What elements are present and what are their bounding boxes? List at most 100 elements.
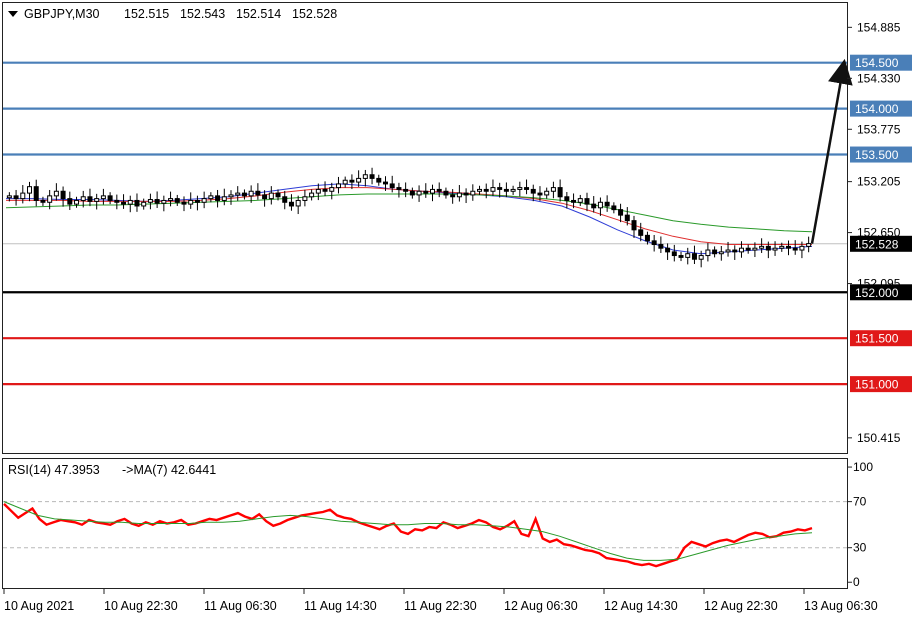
main-panel-frame bbox=[2, 2, 848, 454]
candle-body bbox=[356, 177, 362, 183]
ohlc-high: 152.543 bbox=[180, 7, 225, 21]
chart-root: 154.885 154.330 153.775 153.205 152.650 152.0… bbox=[0, 0, 923, 621]
y-tick-label: 154.885 bbox=[857, 20, 901, 34]
ohlc-close: 152.528 bbox=[292, 7, 337, 21]
candle-body bbox=[154, 199, 160, 204]
candle-body bbox=[671, 251, 677, 257]
candle-body bbox=[349, 179, 355, 183]
candle-body bbox=[638, 229, 644, 236]
candle-body bbox=[524, 187, 530, 190]
candle-body bbox=[564, 196, 570, 201]
candle-body bbox=[114, 199, 120, 203]
candle-body bbox=[510, 188, 516, 192]
candle-body bbox=[644, 234, 650, 242]
candle-body bbox=[544, 190, 550, 196]
candle-body bbox=[738, 247, 744, 253]
candle-body bbox=[759, 245, 765, 249]
candle-body bbox=[288, 201, 294, 207]
candle-body bbox=[275, 192, 281, 198]
candle-body bbox=[389, 183, 395, 189]
candle-body bbox=[403, 188, 409, 192]
candle-body bbox=[772, 247, 778, 251]
chart-svg: 154.885154.330153.775153.205152.650152.0… bbox=[2, 2, 912, 613]
candle-body bbox=[577, 198, 583, 203]
x-tick-label: 13 Aug 06:30 bbox=[804, 599, 878, 613]
current-price-label: 152.528 bbox=[855, 237, 899, 251]
candle-body bbox=[329, 187, 335, 192]
symbol-label: GBPJPY,M30 bbox=[24, 7, 100, 21]
candle-body bbox=[490, 187, 496, 192]
candle-body bbox=[121, 201, 127, 205]
candle-body bbox=[215, 195, 221, 201]
candle-body bbox=[382, 181, 388, 185]
candle-body bbox=[409, 190, 415, 196]
candle-body bbox=[134, 199, 140, 207]
candle-body bbox=[604, 201, 610, 207]
y-tick-label: 153.775 bbox=[857, 122, 901, 136]
candle-body bbox=[463, 192, 469, 196]
candle-body bbox=[799, 245, 805, 251]
candle-body bbox=[691, 253, 697, 260]
candle-body bbox=[295, 199, 301, 207]
candle-body bbox=[785, 245, 791, 249]
candle-body bbox=[369, 174, 375, 179]
candle-body bbox=[584, 198, 590, 205]
x-tick-label: 11 Aug 14:30 bbox=[304, 599, 377, 613]
candle-body bbox=[624, 214, 630, 222]
candle-body bbox=[685, 253, 691, 258]
candle-body bbox=[718, 251, 724, 255]
candle-body bbox=[241, 192, 247, 197]
candle-body bbox=[127, 199, 133, 205]
candle-body bbox=[678, 255, 684, 258]
candle-body bbox=[557, 187, 563, 198]
candle-body bbox=[228, 194, 234, 198]
candle-body bbox=[94, 198, 100, 202]
candle-body bbox=[315, 188, 321, 194]
candle-body bbox=[792, 247, 798, 251]
rsi-tick-label: 100 bbox=[853, 460, 873, 474]
price-level-label: 154.500 bbox=[855, 56, 899, 70]
candle-body bbox=[80, 196, 86, 201]
price-level-label: 153.500 bbox=[855, 148, 899, 162]
price-level-label: 154.000 bbox=[855, 102, 899, 116]
candle-body bbox=[100, 195, 106, 200]
candle-body bbox=[87, 196, 93, 202]
candle-body bbox=[450, 194, 456, 198]
candle-body bbox=[60, 190, 66, 200]
candle-body bbox=[597, 201, 603, 209]
candle-body bbox=[302, 196, 308, 201]
candle-body bbox=[550, 187, 556, 192]
candle-body bbox=[591, 203, 597, 209]
candle-body bbox=[13, 195, 19, 200]
candle-body bbox=[571, 199, 577, 203]
candle-body bbox=[752, 247, 758, 251]
candle-body bbox=[309, 192, 315, 198]
yaxis-layer: 154.885154.330153.775153.205152.650152.0… bbox=[847, 20, 912, 445]
candle-body bbox=[416, 190, 422, 196]
candle-body bbox=[194, 199, 200, 203]
ohlc-low: 152.514 bbox=[236, 7, 281, 21]
candle-body bbox=[174, 198, 180, 203]
candle-body bbox=[698, 255, 704, 260]
candle-body bbox=[443, 190, 449, 196]
candle-body bbox=[147, 199, 153, 203]
candle-body bbox=[503, 188, 509, 192]
candle-body bbox=[362, 174, 368, 179]
price-level-label: 151.000 bbox=[855, 378, 899, 392]
candle-body bbox=[20, 192, 26, 200]
x-tick-label: 11 Aug 22:30 bbox=[404, 599, 477, 613]
candle-body bbox=[765, 245, 771, 251]
candle-body bbox=[806, 243, 812, 247]
candle-body bbox=[376, 177, 382, 183]
candle-body bbox=[423, 190, 429, 194]
candle-body bbox=[168, 198, 174, 201]
candle-body bbox=[40, 199, 46, 203]
candle-body bbox=[430, 188, 436, 194]
candle-body bbox=[268, 192, 274, 200]
candle-body bbox=[27, 186, 33, 194]
candle-body bbox=[201, 198, 207, 203]
candle-body bbox=[537, 192, 543, 196]
candle-body bbox=[658, 244, 664, 249]
y-tick-label: 150.415 bbox=[857, 431, 901, 445]
candle-body bbox=[248, 190, 254, 197]
